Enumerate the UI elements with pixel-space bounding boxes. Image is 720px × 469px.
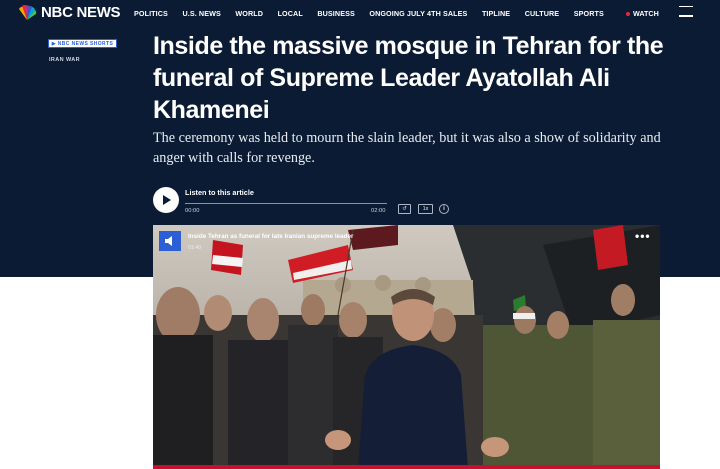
nav-item-tipline[interactable]: TIPLINE [482, 9, 510, 18]
live-dot-icon [626, 11, 630, 16]
shorts-badge[interactable]: ▶ NBC NEWS SHORTS [48, 39, 117, 48]
hamburger-menu-icon[interactable] [679, 6, 693, 20]
article-dek: The ceremony was held to mourn the slain… [153, 130, 661, 166]
top-navigation: NBC NEWS POLITICS U.S. NEWS WORLD LOCAL BUSI… [0, 0, 720, 26]
playback-speed-button[interactable]: 1x [418, 204, 433, 214]
nav-item-ongoing-july-4th-sales[interactable]: ONGOING JULY 4TH SALES [369, 9, 467, 18]
nav-item-local[interactable]: LOCAL [278, 9, 303, 18]
audio-progress-bar[interactable] [185, 203, 387, 205]
more-options-icon[interactable]: ••• [635, 230, 651, 245]
video-title: Inside Tehran as funeral for late Irania… [188, 233, 354, 240]
mute-toggle-button[interactable] [159, 231, 181, 251]
video-duration: 01:40 [188, 245, 201, 251]
nav-item-u-s-news[interactable]: U.S. NEWS [182, 9, 220, 18]
listen-label: Listen to this article [185, 188, 254, 197]
video-player[interactable]: Inside Tehran as funeral for late Irania… [153, 225, 660, 469]
nav-item-culture[interactable]: CULTURE [525, 9, 560, 18]
nbc-news-logo[interactable]: NBC NEWS [16, 4, 121, 21]
section-label[interactable]: IRAN WAR [49, 57, 80, 63]
info-icon[interactable]: i [439, 204, 449, 214]
speaker-icon [164, 236, 172, 246]
article-headline: Inside the massive mosque in Tehran for … [153, 32, 664, 124]
peacock-icon [19, 4, 37, 20]
nav-item-world[interactable]: WORLD [235, 9, 263, 18]
audio-total-time: 02:00 [371, 208, 386, 214]
nav-item-business[interactable]: BUSINESS [317, 9, 355, 18]
rewind-button[interactable]: ↺ [398, 204, 411, 214]
play-audio-button[interactable] [153, 187, 179, 213]
logo-wordmark: NBC NEWS [41, 4, 121, 21]
audio-current-time: 00:00 [185, 208, 200, 214]
watch-label: WATCH [633, 9, 659, 18]
primary-nav: POLITICS U.S. NEWS WORLD LOCAL BUSINESS ONGOI… [134, 9, 618, 18]
nav-item-sports[interactable]: SPORTS [574, 9, 604, 18]
video-thumbnail [153, 225, 660, 469]
nav-item-politics[interactable]: POLITICS [134, 9, 168, 18]
watch-link[interactable]: WATCH [626, 9, 659, 18]
